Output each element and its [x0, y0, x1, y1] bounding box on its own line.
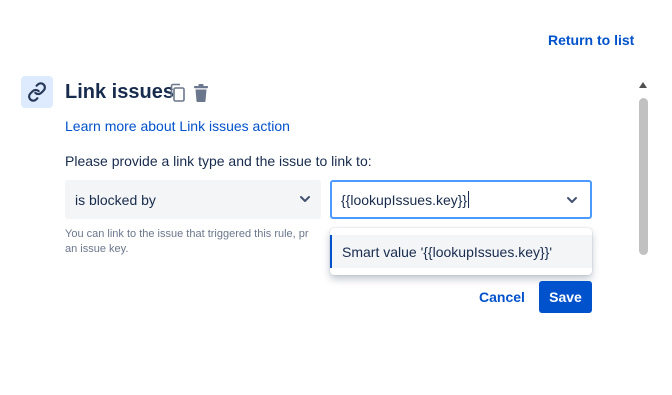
chevron-down-icon[interactable] — [566, 195, 578, 205]
text-caret — [468, 191, 470, 208]
link-type-value: is blocked by — [75, 191, 156, 208]
issue-key-value: {{lookupIssues.key}} — [341, 191, 468, 208]
smart-value-option[interactable]: Smart value '{{lookupIssues.key}}' — [330, 235, 592, 268]
action-title: Link issues — [65, 81, 174, 103]
scroll-up-arrow-icon[interactable] — [639, 82, 647, 88]
save-button[interactable]: Save — [539, 281, 592, 313]
scrollbar-thumb[interactable] — [639, 98, 648, 255]
learn-more-link[interactable]: Learn more about Link issues action — [65, 118, 290, 134]
link-prompt-label: Please provide a link type and the issue… — [65, 153, 372, 169]
link-type-select[interactable]: is blocked by — [65, 180, 321, 219]
suggestion-dropdown: Smart value '{{lookupIssues.key}}' — [330, 228, 592, 275]
helper-text-line: an issue key. — [65, 243, 129, 255]
chevron-down-icon — [300, 196, 310, 202]
cancel-button[interactable]: Cancel — [471, 281, 533, 313]
copy-icon[interactable] — [169, 83, 187, 108]
rule-action-editor: Return to list Link issues Learn more ab… — [0, 0, 672, 395]
scrollbar[interactable] — [636, 80, 650, 395]
trash-icon[interactable] — [192, 83, 210, 108]
action-icon-box — [21, 76, 53, 108]
helper-text: You can link to the issue that triggered… — [65, 227, 330, 257]
helper-text-line: You can link to the issue that triggered… — [65, 228, 309, 240]
link-icon — [28, 82, 46, 102]
return-to-list-link[interactable]: Return to list — [548, 32, 634, 48]
issue-key-input[interactable]: {{lookupIssues.key}} — [330, 180, 592, 219]
